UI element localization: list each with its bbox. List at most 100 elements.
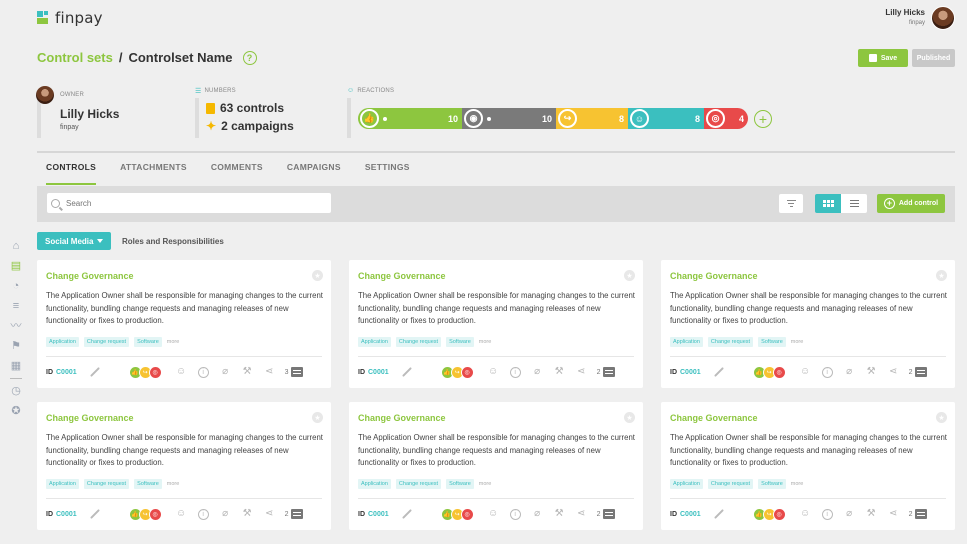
logo[interactable]: finpay	[37, 9, 103, 27]
dashboard-icon[interactable]: ▦	[10, 360, 22, 372]
tag[interactable]: Change request	[707, 479, 754, 489]
save-button[interactable]: Save	[858, 49, 908, 67]
paperclip-icon[interactable]: ⌀	[844, 367, 855, 377]
info-icon[interactable]: i	[197, 366, 209, 378]
grid-view-button[interactable]	[815, 194, 841, 213]
user-menu[interactable]: Lilly Hicks finpay	[885, 6, 955, 30]
control-id[interactable]: C0001	[368, 511, 389, 518]
search-box[interactable]	[47, 193, 331, 213]
control-card[interactable]: Change Governance ★ The Application Owner …	[37, 260, 331, 388]
tab-campaigns[interactable]: CAMPAIGNS	[287, 162, 341, 185]
tag[interactable]: Software	[758, 479, 786, 489]
comment-icon[interactable]	[602, 367, 615, 377]
user-avatar[interactable]	[931, 6, 955, 30]
share-icon[interactable]: ⋖	[576, 367, 587, 377]
tag[interactable]: Software	[446, 337, 474, 347]
comment-icon[interactable]	[602, 509, 615, 519]
more-tags-link[interactable]: more	[479, 339, 492, 345]
card-reactions[interactable]: 👍 ↪ ◎	[752, 507, 786, 521]
search-input[interactable]	[66, 198, 316, 208]
card-title[interactable]: Change Governance	[670, 271, 758, 281]
card-title[interactable]: Change Governance	[46, 271, 134, 281]
reaction-followers[interactable]: ☺ 8	[628, 108, 704, 129]
card-title[interactable]: Change Governance	[358, 413, 446, 423]
comment-icon[interactable]	[914, 509, 927, 519]
pie-chart-icon[interactable]: ◔	[10, 280, 22, 292]
pencil-icon[interactable]	[713, 509, 724, 519]
tag[interactable]: Change request	[395, 337, 442, 347]
card-reactions[interactable]: 👍 ↪ ◎	[128, 507, 162, 521]
more-tags-link[interactable]: more	[167, 339, 180, 345]
category-other[interactable]: Roles and Responsibilities	[122, 237, 224, 246]
tab-comments[interactable]: COMMENTS	[211, 162, 263, 185]
smiley-icon[interactable]: ☺	[176, 509, 187, 519]
more-tags-link[interactable]: more	[791, 481, 804, 487]
paperclip-icon[interactable]: ⌀	[220, 509, 231, 519]
favorite-star-icon[interactable]: ★	[312, 270, 323, 281]
gavel-icon[interactable]: ⚒	[242, 367, 253, 377]
reaction-views[interactable]: ◉ 10	[462, 108, 556, 129]
gavel-icon[interactable]: ⚒	[554, 367, 565, 377]
home-icon[interactable]: ⌂	[10, 240, 22, 252]
more-tags-link[interactable]: more	[479, 481, 492, 487]
tab-attachments[interactable]: ATTACHMENTS	[120, 162, 187, 185]
comment-icon[interactable]	[914, 367, 927, 377]
info-icon[interactable]: i	[821, 366, 833, 378]
list-check-icon[interactable]: ≡	[10, 300, 22, 312]
smiley-icon[interactable]: ☺	[488, 509, 499, 519]
comment-icon[interactable]	[290, 367, 303, 377]
category-dropdown[interactable]: Social Media	[37, 232, 112, 250]
favorite-star-icon[interactable]: ★	[624, 270, 635, 281]
reaction-thumbs-up[interactable]: 👍 10	[358, 108, 462, 129]
star-circle-icon[interactable]: ✪	[10, 405, 22, 417]
filter-button[interactable]	[779, 194, 803, 213]
more-tags-link[interactable]: more	[791, 339, 804, 345]
card-reactions[interactable]: 👍 ↪ ◎	[440, 507, 474, 521]
card-title[interactable]: Change Governance	[358, 271, 446, 281]
control-card[interactable]: Change Governance ★ The Application Owner …	[661, 402, 955, 530]
tag[interactable]: Software	[134, 479, 162, 489]
tag[interactable]: Application	[46, 337, 79, 347]
tag[interactable]: Change request	[707, 337, 754, 347]
add-control-button[interactable]: + Add control	[877, 194, 945, 213]
pencil-icon[interactable]	[89, 367, 100, 377]
pencil-icon[interactable]	[401, 509, 412, 519]
tag[interactable]: Application	[358, 479, 391, 489]
info-icon[interactable]: i	[509, 508, 521, 520]
control-card[interactable]: Change Governance ★ The Application Owner …	[661, 260, 955, 388]
info-icon[interactable]: i	[197, 508, 209, 520]
control-card[interactable]: Change Governance ★ The Application Owner …	[349, 260, 643, 388]
tag[interactable]: Change request	[83, 479, 130, 489]
gavel-icon[interactable]: ⚒	[866, 509, 877, 519]
gavel-icon[interactable]: ⚒	[242, 509, 253, 519]
card-title[interactable]: Change Governance	[670, 413, 758, 423]
document-nav-icon[interactable]: ▤	[10, 260, 22, 272]
tag[interactable]: Change request	[395, 479, 442, 489]
tab-controls[interactable]: CONTROLS	[46, 162, 97, 185]
favorite-star-icon[interactable]: ★	[936, 412, 947, 423]
flag-icon[interactable]: ⚑	[10, 340, 22, 352]
smiley-icon[interactable]: ☺	[800, 509, 811, 519]
tag[interactable]: Software	[134, 337, 162, 347]
tab-settings[interactable]: SETTINGS	[365, 162, 410, 185]
smiley-icon[interactable]: ☺	[176, 367, 187, 377]
pencil-icon[interactable]	[713, 367, 724, 377]
help-icon[interactable]: ?	[242, 50, 257, 65]
paperclip-icon[interactable]: ⌀	[532, 367, 543, 377]
info-icon[interactable]: i	[509, 366, 521, 378]
list-view-button[interactable]	[841, 194, 867, 213]
pencil-icon[interactable]	[89, 509, 100, 519]
tag[interactable]: Application	[46, 479, 79, 489]
paperclip-icon[interactable]: ⌀	[220, 367, 231, 377]
control-id[interactable]: C0001	[368, 369, 389, 376]
share-icon[interactable]: ⋖	[888, 367, 899, 377]
card-reactions[interactable]: 👍 ↪ ◎	[128, 365, 162, 379]
gavel-icon[interactable]: ⚒	[554, 509, 565, 519]
favorite-star-icon[interactable]: ★	[624, 412, 635, 423]
control-card[interactable]: Change Governance ★ The Application Owner …	[37, 402, 331, 530]
card-title[interactable]: Change Governance	[46, 413, 134, 423]
add-reaction-button[interactable]: +	[754, 109, 772, 128]
card-reactions[interactable]: 👍 ↪ ◎	[752, 365, 786, 379]
pencil-icon[interactable]	[401, 367, 412, 377]
tag[interactable]: Software	[758, 337, 786, 347]
